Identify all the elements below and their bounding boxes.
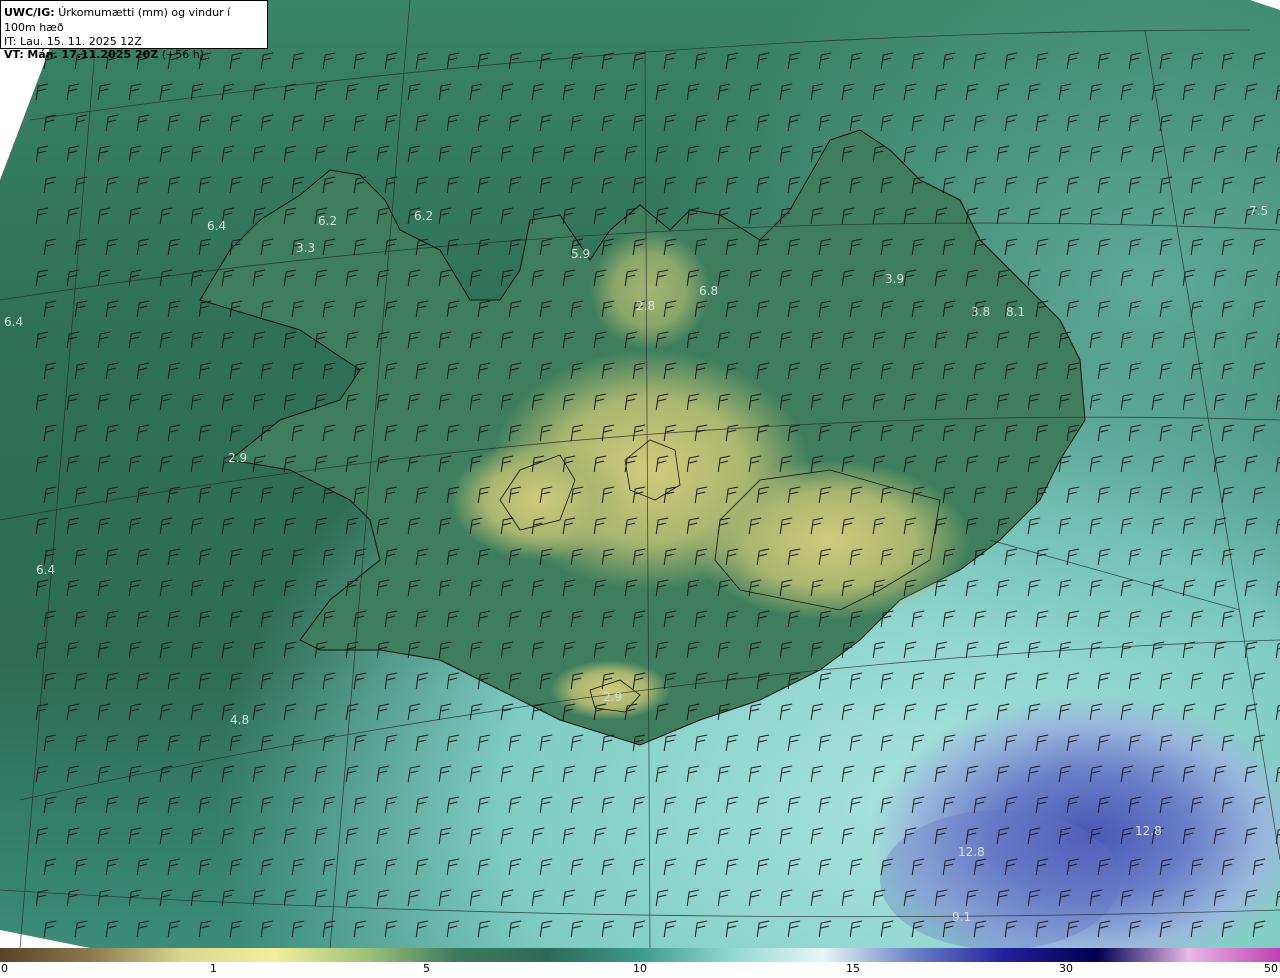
precip-value-label: 6.8 [699, 284, 719, 298]
precip-value-label: 9.1 [952, 910, 972, 924]
precip-value-label: 6.2 [318, 214, 338, 228]
precip-value-label: 3.3 [296, 241, 316, 255]
precip-value-label: 3.8 [971, 305, 991, 319]
colorbar-tick: 0 [1, 962, 8, 975]
colorbar-tick: 5 [423, 962, 430, 975]
map-panel: 6.4 6.2 6.2 3.3 5.9 2.8 6.8 3.9 3.8 8.1 … [0, 0, 1280, 948]
precipitation-map [0, 0, 1280, 948]
precip-value-label: 5.9 [571, 247, 591, 261]
precip-value-label: 2.9 [228, 451, 248, 465]
precip-value-label: 6.4 [36, 563, 56, 577]
precip-value-label: 6.4 [4, 315, 24, 329]
colorbar-tick: 10 [633, 962, 647, 975]
map-title-box: UWC/IG: Úrkomumætti (mm) og vindur í 100… [0, 0, 268, 61]
precip-value-label: 4.8 [230, 713, 250, 727]
precip-value-label: 12.8 [958, 845, 985, 859]
init-time-line: IT: Lau. 15. 11. 2025 12Z [4, 35, 264, 48]
precip-value-label: 3.9 [885, 272, 905, 286]
precipitation-colorbar [0, 948, 1280, 962]
init-time-label: IT: [4, 35, 17, 48]
colorbar-tick: 1 [210, 962, 217, 975]
colorbar-tick-labels: 0 1 5 10 15 30 50 [0, 962, 1280, 978]
model-name: UWC/IG: [4, 6, 55, 19]
precip-value-label: 7.5 [1249, 204, 1269, 218]
valid-time-value: Mán. 17.11.2025 20Z [27, 48, 159, 61]
valid-time-line: VT: Mán. 17.11.2025 20Z (+56 h) [4, 48, 264, 61]
init-time-value: Lau. 15. 11. 2025 12Z [19, 35, 142, 48]
valid-time-offset: (+56 h) [161, 48, 205, 61]
precip-value-label: 6.2 [414, 209, 434, 223]
precip-value-label: 8.1 [1006, 305, 1026, 319]
colorbar-tick: 50 [1264, 962, 1278, 975]
precip-value-label: 12.8 [1135, 824, 1162, 838]
precip-value-label: 2.9 [603, 690, 623, 704]
title-line: UWC/IG: Úrkomumætti (mm) og vindur í 100… [4, 5, 264, 35]
precip-value-label: 2.8 [636, 299, 656, 313]
precip-value-label: 6.4 [207, 219, 227, 233]
valid-time-label: VT: [4, 48, 24, 61]
colorbar-tick: 30 [1059, 962, 1073, 975]
colorbar-tick: 15 [846, 962, 860, 975]
